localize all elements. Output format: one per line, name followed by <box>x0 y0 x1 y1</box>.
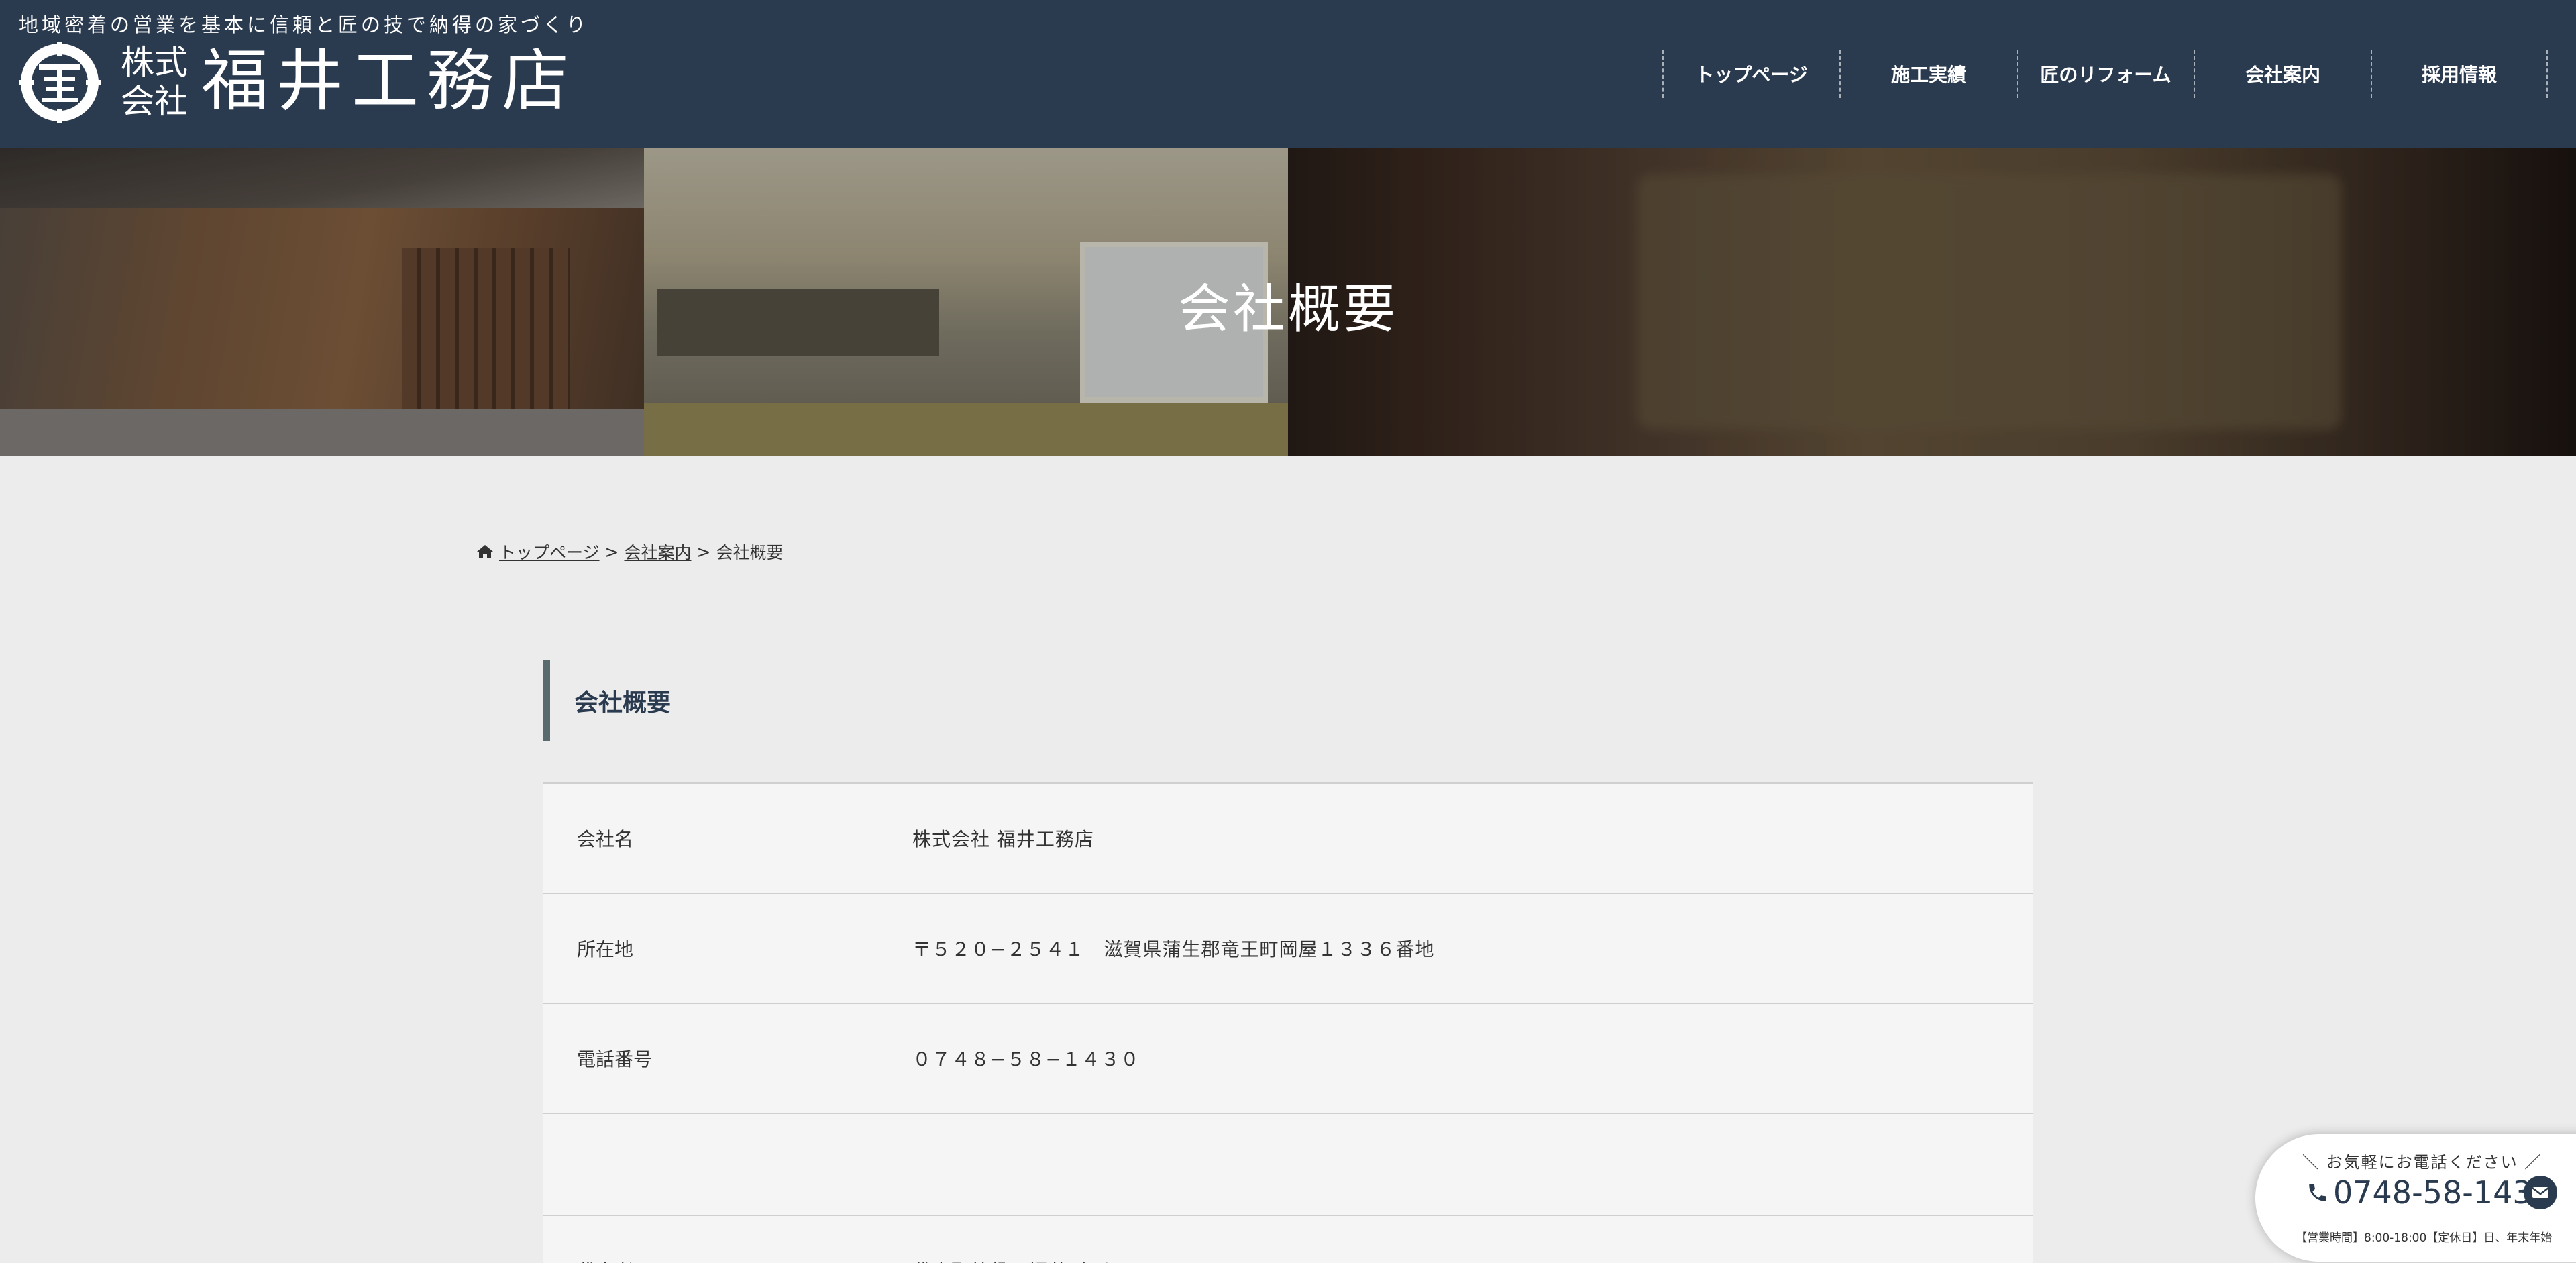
mail-icon <box>2532 1187 2549 1198</box>
contact-phone-link[interactable]: 0748-58-1430 <box>2306 1174 2552 1211</box>
table-row: 電話番号 ０７４８−５８−１４３０ <box>543 1003 2033 1113</box>
row-label: 電話番号 <box>577 1048 653 1070</box>
hero-banner: 会社概要 <box>0 148 2576 456</box>
contact-lead-text: お気軽にお電話ください <box>2326 1153 2518 1172</box>
phone-icon <box>2309 1184 2326 1201</box>
table-row: 代表者 代表取締役 福井 惠弘 <box>543 1215 2033 1263</box>
hero-title: 会社概要 <box>1177 279 1398 340</box>
nav-item-recruit[interactable]: 採用情報 <box>2371 50 2548 98</box>
nav-item-works[interactable]: 施工実績 <box>1839 50 2017 98</box>
row-value: ０７４８−５８−１４３０ <box>912 1048 1140 1070</box>
breadcrumb: トップページ > 会社案内 > 会社概要 <box>476 540 783 564</box>
main-nav: トップページ 施工実績 匠のリフォーム 会社案内 採用情報 <box>1662 50 2548 98</box>
logo-mark-icon[interactable] <box>17 40 102 125</box>
row-value: 代表取締役 福井 惠弘 <box>912 1257 1114 1263</box>
nav-item-reform[interactable]: 匠のリフォーム <box>2017 50 2194 98</box>
section-heading: 会社概要 <box>543 660 671 741</box>
logo-kabushiki-top: 株式 <box>121 43 188 82</box>
contact-widget: ＼ お気軽にお電話ください ／ 0748-58-1430 【営業時間】8:00-… <box>2255 1134 2576 1262</box>
logo-company-name[interactable]: 福井工務店 <box>201 44 577 118</box>
contact-lead: ＼ お気軽にお電話ください ／ <box>2302 1153 2542 1172</box>
breadcrumb-home-link[interactable]: トップページ <box>499 540 600 564</box>
company-info-table: 会社名 株式会社 福井工務店 所在地 〒５２０−２５４１ 滋賀県蒲生郡竜王町岡屋… <box>543 782 2033 1263</box>
table-row: 会社名 株式会社 福井工務店 <box>543 782 2033 893</box>
table-row: 所在地 〒５２０−２５４１ 滋賀県蒲生郡竜王町岡屋１３３６番地 <box>543 893 2033 1003</box>
table-row <box>543 1113 2033 1215</box>
row-value: 株式会社 福井工務店 <box>912 828 1094 850</box>
home-icon <box>477 545 493 558</box>
breadcrumb-separator: > <box>604 542 619 562</box>
logo-kabushiki: 株式 会社 <box>121 43 195 121</box>
logo-kabushiki-bottom: 会社 <box>121 82 188 121</box>
row-label: 会社名 <box>577 828 634 850</box>
breadcrumb-current: 会社概要 <box>716 543 784 562</box>
site-tagline: 地域密着の営業を基本に信頼と匠の技で納得の家づくり <box>19 13 590 36</box>
contact-phone-number: 0748-58-1430 <box>2333 1174 2552 1211</box>
mail-button[interactable] <box>2524 1176 2557 1209</box>
site-header: 地域密着の営業を基本に信頼と匠の技で納得の家づくり 株式 会社 福井工務店 トッ… <box>0 0 2576 148</box>
business-hours: 【営業時間】8:00-18:00【定休日】日、年末年始 <box>2296 1231 2553 1245</box>
nav-item-top[interactable]: トップページ <box>1662 50 1839 98</box>
row-label: 代表者 <box>543 1257 912 1263</box>
nav-item-company[interactable]: 会社案内 <box>2194 50 2371 98</box>
row-label: 所在地 <box>577 938 634 960</box>
breadcrumb-separator: > <box>696 542 711 562</box>
breadcrumb-parent-link[interactable]: 会社案内 <box>624 540 691 564</box>
row-value: 〒５２０−２５４１ 滋賀県蒲生郡竜王町岡屋１３３６番地 <box>912 938 1435 960</box>
